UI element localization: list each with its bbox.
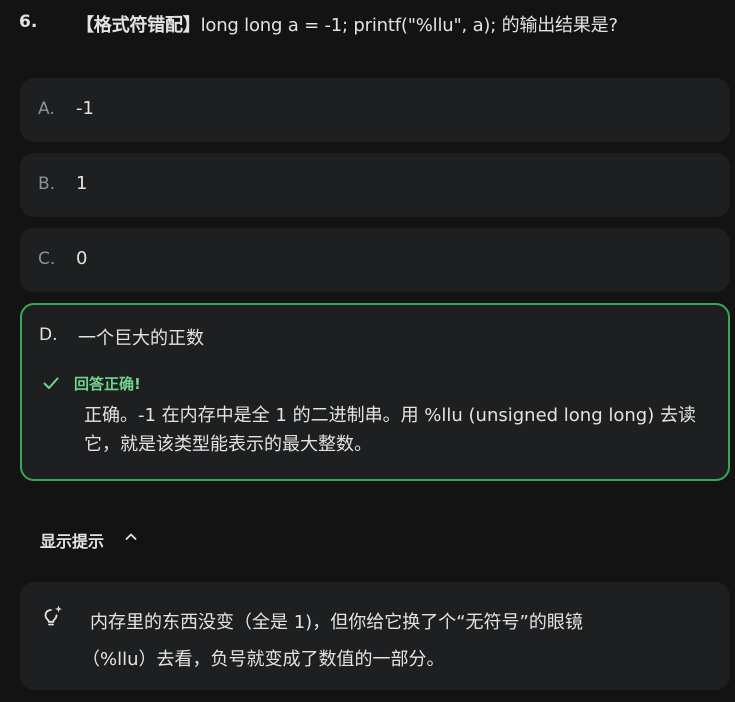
question-number: 6. [19, 12, 38, 32]
option-c[interactable]: C. 0 [20, 228, 730, 292]
option-letter: A. [38, 99, 55, 119]
option-d-correct[interactable]: D. 一个巨大的正数 回答正确! 正确。-1 在内存中是全 1 的二进制串。用 … [20, 303, 730, 481]
option-a[interactable]: A. -1 [20, 78, 730, 142]
option-letter: B. [38, 174, 56, 194]
lightbulb-icon [44, 605, 62, 626]
option-text: 0 [76, 248, 88, 269]
option-text: 1 [76, 173, 88, 194]
option-text: -1 [76, 98, 94, 119]
question-body: long long a = -1; printf("%llu", a); 的输出… [200, 15, 618, 36]
option-b[interactable]: B. 1 [20, 153, 730, 217]
check-icon [43, 377, 59, 389]
question-tag: 【格式符错配】 [76, 15, 201, 36]
question-header: 6. 【格式符错配】long long a = -1; printf("%llu… [0, 6, 735, 38]
option-letter: D. [39, 325, 58, 345]
question-text: 【格式符错配】long long a = -1; printf("%llu", … [76, 11, 618, 37]
option-text: 一个巨大的正数 [78, 328, 204, 349]
show-hint-label: 显示提示 [40, 532, 105, 551]
hint-line-1: 内存里的东西没变（全是 1)，但你给它换了个“无符号”的眼镜 [90, 612, 583, 633]
feedback-title: 回答正确! [74, 375, 141, 393]
hint-text: 内存里的东西没变（全是 1)，但你给它换了个“无符号”的眼镜 （%llu）去看，… [82, 604, 690, 678]
option-letter: C. [38, 249, 56, 269]
feedback-explanation: 正确。-1 在内存中是全 1 的二进制串。用 %llu (unsigned lo… [84, 405, 696, 455]
hint-panel: 内存里的东西没变（全是 1)，但你给它换了个“无符号”的眼镜 （%llu）去看，… [20, 582, 730, 690]
chevron-up-icon [125, 533, 137, 540]
hint-line-2: （%llu）去看，负号就变成了数值的一部分。 [82, 649, 445, 670]
